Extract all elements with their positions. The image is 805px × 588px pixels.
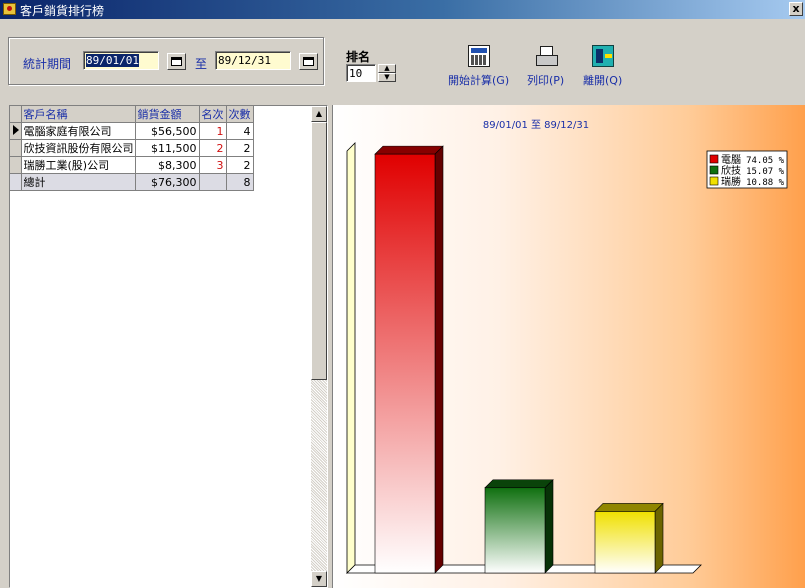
total-row[interactable]: 總計 $76,300 8 bbox=[10, 173, 254, 191]
rank-input[interactable]: 10 bbox=[346, 64, 376, 82]
grid-header-row: 客戶名稱 銷貨金額 名次 次數 bbox=[10, 106, 254, 123]
bar-top-face bbox=[374, 145, 444, 155]
cell-rank[interactable]: 3 bbox=[199, 156, 227, 174]
cell-customer-name[interactable]: 欣技資訊股份有限公司 bbox=[21, 139, 136, 157]
cell-rank[interactable]: 1 bbox=[199, 122, 227, 140]
print-label: 列印(P) bbox=[527, 74, 565, 87]
cell-customer-name[interactable]: 電腦家庭有限公司 bbox=[21, 122, 136, 140]
date-from-input[interactable]: 89/01/01 bbox=[83, 51, 159, 70]
cell-amount[interactable]: $56,500 bbox=[135, 122, 200, 140]
bar-side-face bbox=[544, 479, 554, 574]
current-row-pointer-icon bbox=[13, 125, 19, 135]
row-indicator-header bbox=[10, 106, 22, 123]
chart-legend: 電腦 74.05 % 欣技 15.07 % 瑞勝 10.88 % bbox=[706, 150, 788, 189]
legend-label: 瑞勝 bbox=[721, 175, 741, 188]
date-from-calendar-button[interactable] bbox=[167, 53, 186, 70]
legend-label: 欣技 bbox=[721, 164, 741, 177]
chart-left-wall bbox=[346, 142, 356, 574]
period-label: 統計期間 bbox=[23, 57, 72, 71]
table-row[interactable]: 瑞勝工業(股)公司 $8,300 3 2 bbox=[10, 156, 254, 174]
bar-front-face bbox=[484, 487, 546, 574]
scroll-up-button[interactable]: ▲ bbox=[311, 106, 327, 122]
column-header-count[interactable]: 次數 bbox=[226, 106, 254, 123]
bar-side-face bbox=[654, 502, 664, 574]
bar-top-face bbox=[594, 503, 664, 512]
exit-label: 離開(Q) bbox=[583, 74, 623, 87]
calendar-icon bbox=[303, 57, 314, 66]
row-indicator bbox=[10, 122, 22, 140]
app-icon bbox=[3, 3, 16, 15]
title-bar: 客戶銷貨排行榜 x bbox=[0, 0, 805, 19]
cell-total-amount[interactable]: $76,300 bbox=[135, 173, 200, 191]
table-row[interactable]: 電腦家庭有限公司 $56,500 1 4 bbox=[10, 122, 254, 140]
bar-side-face bbox=[434, 145, 444, 574]
printer-icon bbox=[535, 45, 558, 67]
spin-up-button[interactable]: ▲ bbox=[378, 64, 396, 73]
cell-total-label[interactable]: 總計 bbox=[21, 173, 136, 191]
legend-swatch bbox=[709, 154, 719, 164]
close-button[interactable]: x bbox=[789, 2, 803, 16]
period-group: 統計期間 89/01/01 至 89/12/31 bbox=[8, 37, 324, 85]
bar-front-face bbox=[374, 153, 436, 574]
legend-swatch bbox=[709, 176, 719, 186]
grid-vertical-scrollbar[interactable]: ▲ ▼ bbox=[311, 106, 327, 587]
legend-percent: 10.88 % bbox=[746, 178, 785, 188]
column-header-name[interactable]: 客戶名稱 bbox=[21, 106, 136, 123]
sales-grid: 客戶名稱 銷貨金額 名次 次數 電腦家庭有限公司 $56,500 1 4 欣技資… bbox=[9, 105, 328, 588]
legend-percent: 74.05 % bbox=[746, 156, 785, 166]
table-row[interactable]: 欣技資訊股份有限公司 $11,500 2 2 bbox=[10, 139, 254, 157]
date-from-value: 89/01/01 bbox=[86, 54, 139, 67]
exit-button[interactable]: 離開(Q) bbox=[583, 45, 622, 88]
date-to-value: 89/12/31 bbox=[218, 54, 271, 67]
cell-count[interactable]: 4 bbox=[226, 122, 254, 140]
legend-percent: 15.07 % bbox=[746, 167, 785, 177]
calendar-icon bbox=[171, 57, 182, 66]
toolbar: 統計期間 89/01/01 至 89/12/31 排名 10 ▲ ▼ 開始計算(… bbox=[0, 19, 805, 105]
row-indicator bbox=[10, 139, 22, 157]
chart-title: 89/01/01 至 89/12/31 bbox=[483, 119, 589, 131]
rank-label: 排名 bbox=[346, 50, 371, 64]
calc-label: 開始計算(G) bbox=[448, 74, 510, 87]
print-button[interactable]: 列印(P) bbox=[527, 45, 564, 88]
cell-total-rank[interactable] bbox=[199, 173, 227, 191]
chart-bar bbox=[484, 479, 554, 574]
spin-down-button[interactable]: ▼ bbox=[378, 73, 396, 82]
exit-door-icon bbox=[591, 45, 614, 67]
row-indicator bbox=[10, 156, 22, 174]
calculator-icon bbox=[467, 45, 490, 67]
calc-button[interactable]: 開始計算(G) bbox=[448, 45, 509, 88]
rank-spinner: ▲ ▼ bbox=[378, 64, 396, 82]
legend-swatch bbox=[709, 165, 719, 175]
cell-count[interactable]: 2 bbox=[226, 139, 254, 157]
to-label: 至 bbox=[195, 57, 208, 71]
date-to-input[interactable]: 89/12/31 bbox=[215, 51, 291, 70]
bar-top-face bbox=[484, 479, 554, 489]
chart-panel: 89/01/01 至 89/12/31 電腦 74.05 % 欣技 15.07 % 瑞勝… bbox=[332, 105, 805, 588]
sales-table: 客戶名稱 銷貨金額 名次 次數 電腦家庭有限公司 $56,500 1 4 欣技資… bbox=[10, 106, 254, 191]
legend-label: 電腦 bbox=[721, 153, 741, 166]
window-title: 客戶銷貨排行榜 bbox=[20, 4, 105, 18]
date-to-calendar-button[interactable] bbox=[299, 53, 318, 70]
bar-front-face bbox=[594, 511, 656, 574]
scroll-down-button[interactable]: ▼ bbox=[311, 571, 327, 587]
cell-total-count[interactable]: 8 bbox=[226, 173, 254, 191]
cell-customer-name[interactable]: 瑞勝工業(股)公司 bbox=[21, 156, 136, 174]
cell-rank[interactable]: 2 bbox=[199, 139, 227, 157]
scroll-thumb[interactable] bbox=[311, 122, 327, 380]
row-indicator bbox=[10, 173, 22, 191]
chart-bar bbox=[374, 145, 444, 574]
sales-bar-chart: 89/01/01 至 89/12/31 電腦 74.05 % 欣技 15.07 % 瑞勝… bbox=[346, 119, 788, 574]
cell-amount[interactable]: $8,300 bbox=[135, 156, 200, 174]
chart-bar bbox=[594, 502, 664, 574]
cell-amount[interactable]: $11,500 bbox=[135, 139, 200, 157]
column-header-rank[interactable]: 名次 bbox=[199, 106, 227, 123]
column-header-amount[interactable]: 銷貨金額 bbox=[135, 106, 200, 123]
cell-count[interactable]: 2 bbox=[226, 156, 254, 174]
